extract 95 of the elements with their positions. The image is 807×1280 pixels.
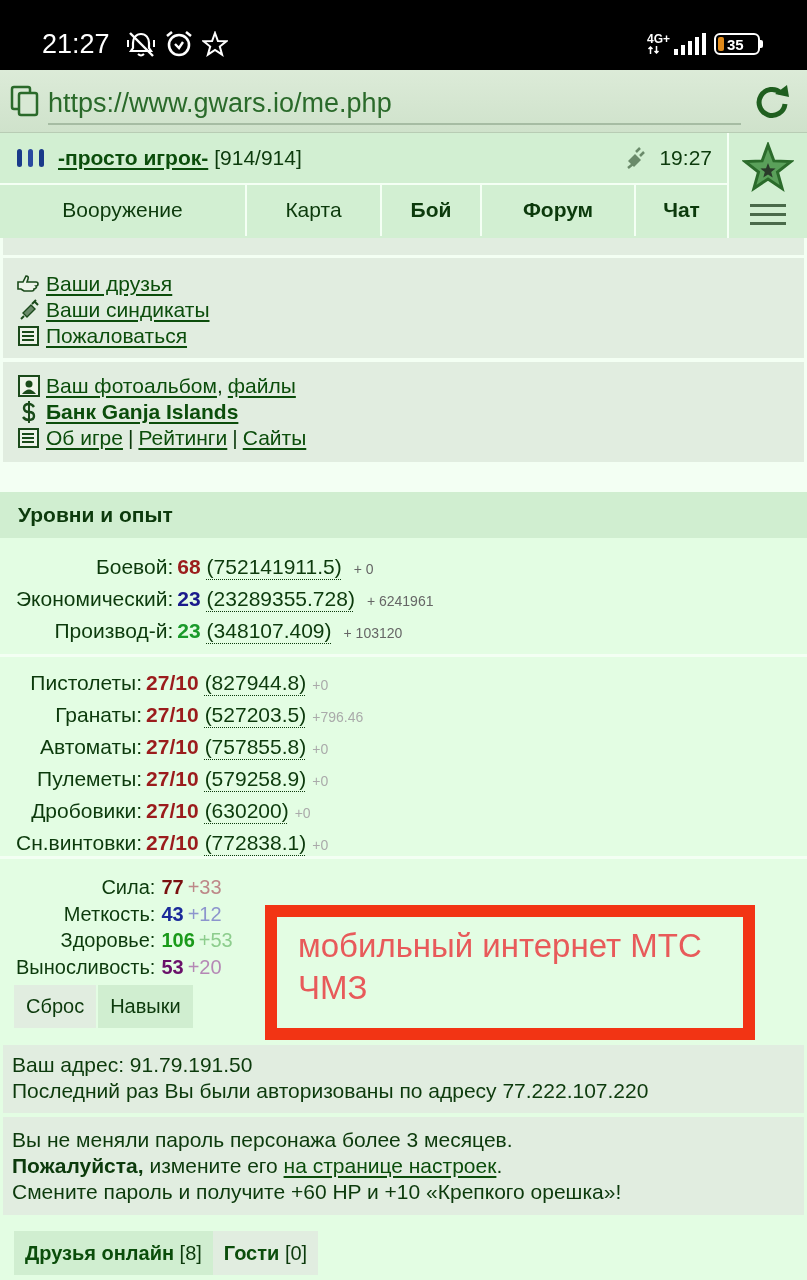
section-title: Уровни и опыт <box>0 492 807 538</box>
stat-bonus: +12 <box>187 902 222 925</box>
level-value: 23 <box>177 618 201 644</box>
health-text: [914/914] <box>214 144 302 171</box>
nav-tab[interactable]: Карта <box>247 185 382 236</box>
document-icon <box>17 325 41 347</box>
complaint-link[interactable]: Пожаловаться <box>46 322 187 350</box>
experience-value: (630200) <box>204 798 289 824</box>
gain-text: +0 <box>312 740 329 759</box>
stat-value: 43 <box>161 902 184 925</box>
photo-album-link[interactable]: Ваш фотоальбом <box>46 372 217 400</box>
gain-text: +796.46 <box>312 708 364 727</box>
experience-value: (348107.409) <box>206 618 332 644</box>
separator-text: , <box>216 372 223 399</box>
syndicates-link[interactable]: Ваши синдикаты <box>46 296 210 324</box>
portrait-icon <box>17 375 41 397</box>
gain-text: + 6241961 <box>366 592 434 611</box>
nav-tab[interactable]: Форум <box>482 185 636 236</box>
skills-button[interactable]: Навыки <box>98 985 193 1028</box>
skill-value: 27/10 <box>146 734 199 760</box>
stat-bonus: +20 <box>187 955 222 978</box>
copy-icon[interactable] <box>10 84 40 118</box>
annotation-note: мобильный интернет МТС ЧМЗ <box>265 905 755 1040</box>
level-value: 68 <box>177 554 201 580</box>
experience-value: (827944.8) <box>204 670 307 696</box>
last-login-text: Последний раз Вы были авторизованы по адресу 77.222.107.220 <box>12 1078 650 1104</box>
files-link[interactable]: файлы <box>227 372 296 400</box>
about-link[interactable]: Об игре <box>46 424 123 452</box>
network-type-text: 4G+ <box>647 33 670 45</box>
skill-value: 27/10 <box>146 702 199 728</box>
settings-link[interactable]: на странице настроек <box>283 1154 497 1177</box>
nav-tab[interactable]: Вооружение <box>0 185 247 236</box>
hand-icon <box>17 273 41 295</box>
menu-icon[interactable] <box>750 204 786 225</box>
level-label: Боевой: <box>94 554 174 580</box>
document-icon <box>17 427 41 449</box>
friends-tab[interactable]: Друзья онлайн [8] <box>14 1231 213 1275</box>
experience-value: (527203.5) <box>204 702 307 728</box>
experience-value: (772838.1) <box>204 830 307 856</box>
gain-text: +0 <box>294 804 311 823</box>
separator-text: | <box>127 424 134 451</box>
clock-time: 21:27 <box>42 30 110 58</box>
skill-label: Дробовики: <box>30 798 143 824</box>
level-label: Экономический: <box>16 586 174 612</box>
nav-tab[interactable]: Чат <box>636 185 727 236</box>
data-arrows-icon <box>647 45 660 55</box>
experience-value: (757855.8) <box>204 734 307 760</box>
gain-text: + 103120 <box>343 624 403 643</box>
skill-value: 27/10 <box>146 798 199 824</box>
star-icon <box>201 31 228 57</box>
gain-text: +0 <box>312 836 329 855</box>
current-address-text: Ваш адрес: 91.79.191.50 <box>12 1052 254 1078</box>
stat-label: Меткость: <box>62 901 156 927</box>
skill-label: Сн.винтовки: <box>16 830 143 856</box>
star-logo-icon[interactable] <box>742 142 794 194</box>
reset-button[interactable]: Сброс <box>14 985 97 1028</box>
password-notice: Вы не меняли пароль персонажа более 3 месяцев. Пожалуйста, измените его на странице настроек. Смените пароль и получите +60 HP и +10 «Крепкого орешка»! <box>12 1127 623 1205</box>
stat-label: Выносливость: <box>16 954 156 980</box>
stat-label: Здоровье: <box>59 928 156 953</box>
nav-tab[interactable]: Бой <box>382 185 482 236</box>
skill-value: 27/10 <box>146 670 199 696</box>
stat-label: Сила: <box>100 875 156 900</box>
gain-text: + 0 <box>353 560 374 579</box>
skill-label: Пистолеты: <box>29 670 143 696</box>
battery-percent: 35 <box>727 36 744 52</box>
skill-value: 27/10 <box>146 830 199 856</box>
plug-icon <box>625 147 646 169</box>
friends-link[interactable]: Ваши друзья <box>46 270 173 298</box>
level-label: Производ-й: <box>53 618 174 644</box>
experience-value: (752141911.5) <box>206 554 342 580</box>
stat-value: 53 <box>161 955 184 978</box>
level-value: 23 <box>177 586 201 612</box>
gain-text: +0 <box>312 772 329 791</box>
stat-bonus: +33 <box>187 876 222 898</box>
muted-bell-icon <box>125 29 156 59</box>
skill-label: Автоматы: <box>39 734 143 760</box>
experience-value: (579258.9) <box>204 766 307 792</box>
ratings-link[interactable]: Рейтинги <box>138 424 228 452</box>
battery-charge-icon <box>718 37 724 51</box>
skill-value: 27/10 <box>146 766 199 792</box>
bank-link[interactable]: Банк Ganja Islands <box>46 398 239 426</box>
signal-icon <box>674 33 706 55</box>
friends-tab[interactable]: Гости [0] <box>212 1231 319 1275</box>
skill-label: Пулеметы: <box>36 766 143 792</box>
experience-value: (23289355.728) <box>206 586 355 612</box>
stat-bonus: +53 <box>198 929 233 951</box>
server-time: 19:27 <box>659 144 712 171</box>
player-name-link[interactable]: -просто игрок- <box>58 144 209 172</box>
separator-text: | <box>232 424 238 451</box>
stat-value: 77 <box>161 876 184 898</box>
gain-text: +0 <box>312 676 329 695</box>
bars-icon <box>16 148 46 168</box>
stat-value: 106 <box>161 929 195 951</box>
skill-label: Гранаты: <box>54 702 143 728</box>
sites-link[interactable]: Сайты <box>242 424 307 452</box>
